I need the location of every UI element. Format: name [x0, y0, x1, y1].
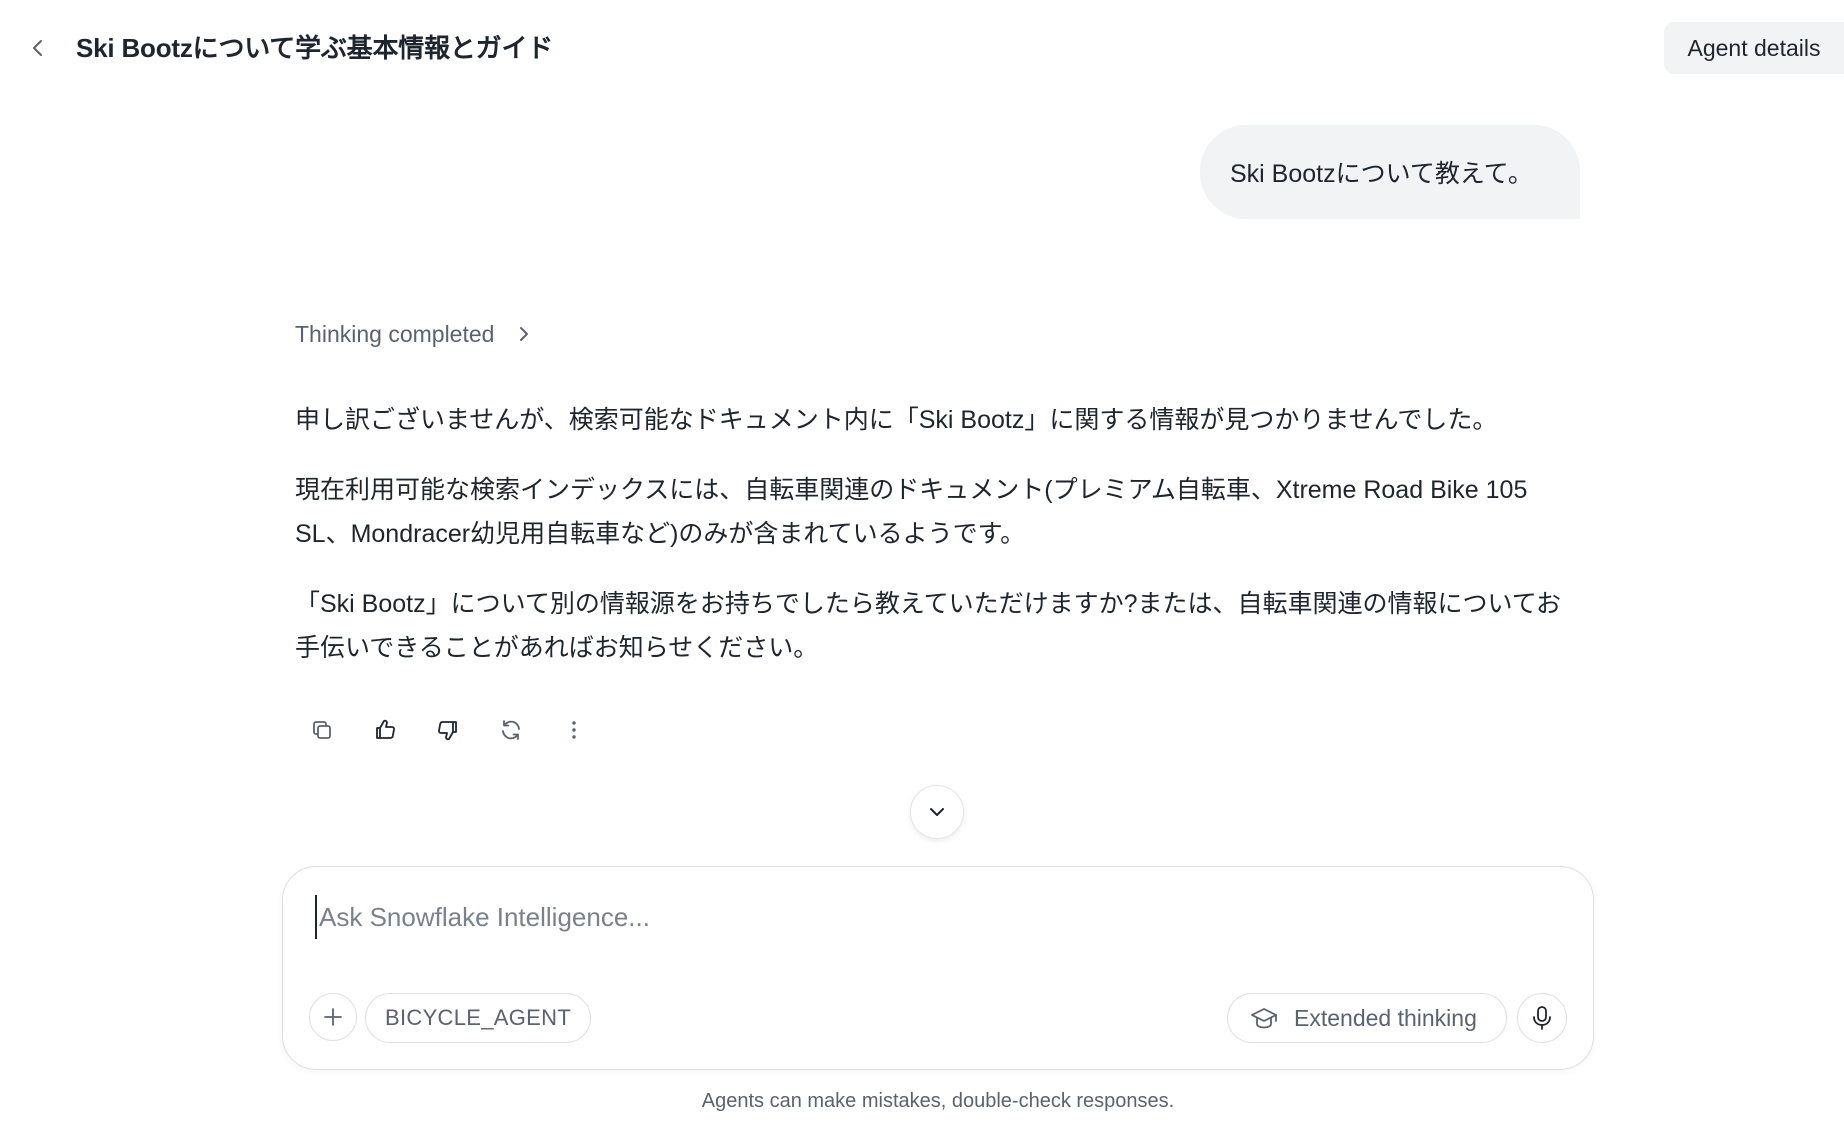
chevron-right-icon: [520, 327, 529, 341]
assistant-response: 申し訳ございませんが、検索可能なドキュメント内に「Ski Bootz」に関する情…: [295, 398, 1585, 696]
page-title: Ski Bootzについて学ぶ基本情報とガイド: [76, 33, 554, 63]
response-paragraph: 申し訳ございませんが、検索可能なドキュメント内に「Ski Bootz」に関する情…: [295, 406, 1498, 434]
chevron-left-icon: [33, 40, 42, 56]
copy-button[interactable]: [300, 708, 344, 752]
add-attachment-button[interactable]: [309, 993, 357, 1041]
chat-input[interactable]: [315, 895, 1555, 939]
regenerate-icon: [502, 720, 520, 740]
user-message-bubble: Ski Bootzについて教えて。: [1200, 125, 1580, 219]
agent-details-button[interactable]: Agent details: [1664, 22, 1844, 74]
thumbs-up-button[interactable]: [363, 708, 407, 752]
more-vertical-icon: [572, 721, 576, 739]
header: Ski Bootzについて学ぶ基本情報とガイド Agent details: [0, 0, 1844, 96]
thumbs-down-icon: [438, 721, 457, 741]
more-options-button[interactable]: [552, 708, 596, 752]
disclaimer-text: Agents can make mistakes, double-check r…: [701, 1090, 1175, 1112]
thinking-label: Thinking completed: [295, 320, 495, 347]
graduation-cap-icon: [1251, 1008, 1277, 1029]
thumbs-up-icon: [376, 719, 395, 739]
agent-selector-chip[interactable]: BICYCLE_AGENT: [365, 993, 592, 1043]
response-actions: [300, 708, 615, 752]
chat-page: Ski Bootzについて学ぶ基本情報とガイド Agent details Sk…: [0, 0, 1844, 1134]
user-message-text: Ski Bootzについて教えて。: [1230, 160, 1533, 188]
scroll-to-bottom-button[interactable]: [910, 785, 964, 839]
chevron-down-icon: [930, 808, 944, 816]
back-button[interactable]: [20, 30, 56, 66]
copy-icon: [313, 721, 331, 739]
extended-thinking-label: Extended thinking: [1294, 1004, 1477, 1031]
regenerate-button[interactable]: [489, 708, 533, 752]
thinking-toggle[interactable]: Thinking completed: [295, 316, 532, 352]
thumbs-down-button[interactable]: [426, 708, 470, 752]
plus-icon: [324, 1008, 342, 1026]
extended-thinking-toggle[interactable]: Extended thinking: [1227, 993, 1507, 1043]
response-paragraph: 現在利用可能な検索インデックスには、自転車関連のドキュメント(プレミアム自転車、…: [295, 476, 1528, 548]
message-composer: BICYCLE_AGENT Extended thinking: [282, 866, 1594, 1070]
voice-input-button[interactable]: [1517, 993, 1567, 1043]
microphone-icon: [1533, 1006, 1551, 1030]
response-paragraph: 「Ski Bootz」について別の情報源をお持ちでしたら教えていただけますか?ま…: [295, 590, 1562, 662]
